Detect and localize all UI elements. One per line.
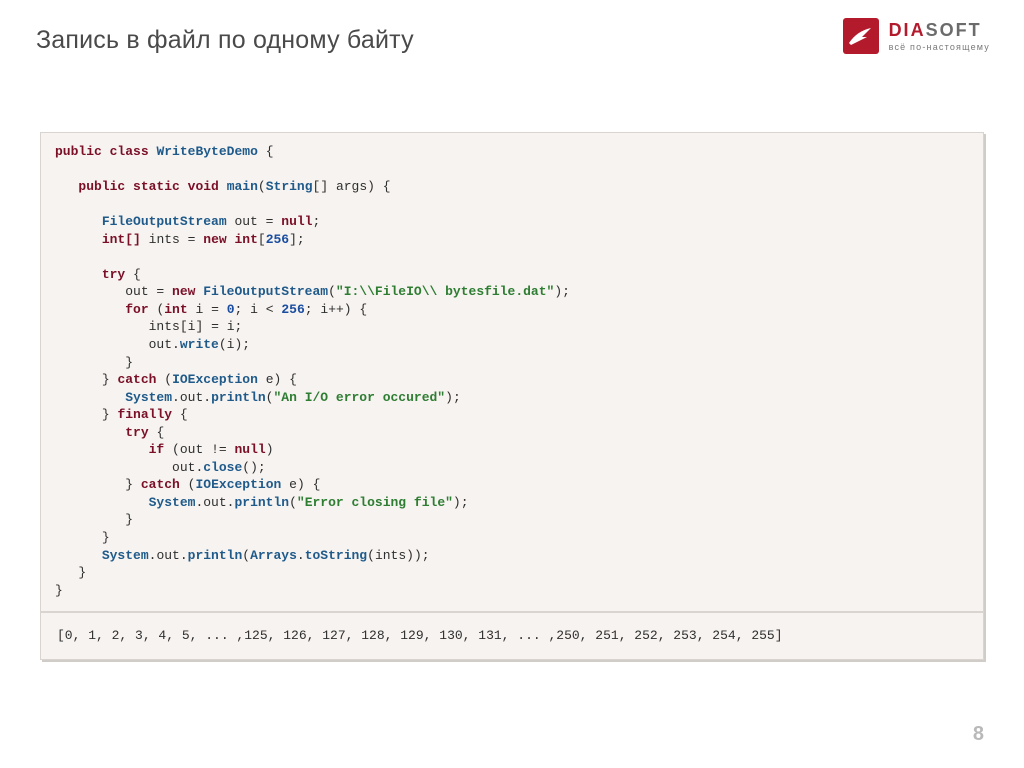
code-block: public class WriteByteDemo { public stat… xyxy=(40,132,984,612)
brand-tagline: всё по-настоящему xyxy=(889,43,990,52)
program-output: [0, 1, 2, 3, 4, 5, ... ,125, 126, 127, 1… xyxy=(40,612,984,660)
brand-logo: DIASOFT всё по-настоящему xyxy=(843,18,990,54)
page-number: 8 xyxy=(973,723,984,746)
brand-name: DIASOFT xyxy=(889,21,990,39)
slide-title: Запись в файл по одному байту xyxy=(36,26,414,55)
logo-mark-icon xyxy=(843,18,879,54)
